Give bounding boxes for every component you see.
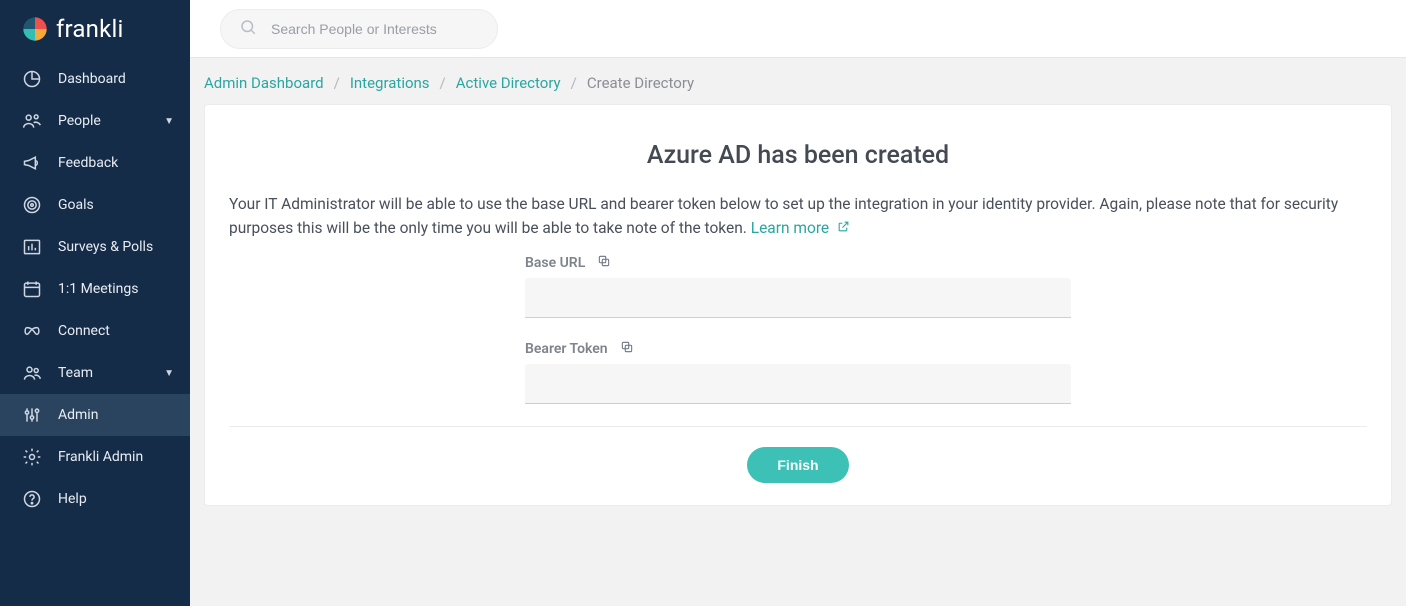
breadcrumb-current: Create Directory [587,74,694,92]
nav-label: Help [58,491,174,507]
topbar [190,0,1406,58]
brand-text: frankli [56,15,124,43]
nav-item-people[interactable]: People ▼ [0,100,190,142]
gear-icon [22,447,42,467]
breadcrumb-separator: / [571,74,577,92]
external-link-icon [837,220,850,233]
chevron-down-icon: ▼ [164,116,174,127]
nav-label: People [58,113,148,129]
breadcrumb-separator: / [440,74,446,92]
nav-item-meetings[interactable]: 1:1 Meetings [0,268,190,310]
nav-item-dashboard[interactable]: Dashboard [0,58,190,100]
bearer-token-group: Bearer Token [525,340,1071,404]
people-icon [22,111,42,131]
finish-button[interactable]: Finish [747,447,848,483]
nav-label: Feedback [58,155,174,171]
copy-base-url-icon[interactable] [597,254,611,272]
base-url-group: Base URL [525,254,1071,318]
bearer-token-input[interactable] [525,364,1071,404]
infinity-icon [22,321,42,341]
bar-chart-icon [22,237,42,257]
learn-more-link[interactable]: Learn more [751,219,850,237]
nav-label: Goals [58,197,174,213]
sidebar: frankli Dashboard People ▼ [0,0,190,606]
team-icon [22,363,42,383]
nav-label: Team [58,365,148,381]
nav-list: Dashboard People ▼ Feedback [0,58,190,520]
breadcrumb-integrations[interactable]: Integrations [350,74,430,92]
help-icon [22,489,42,509]
sliders-icon [22,405,42,425]
nav-item-connect[interactable]: Connect [0,310,190,352]
chevron-down-icon: ▼ [164,368,174,379]
divider [229,426,1367,427]
breadcrumb-admin-dashboard[interactable]: Admin Dashboard [204,74,324,92]
nav-item-surveys[interactable]: Surveys & Polls [0,226,190,268]
brand: frankli [0,0,190,58]
form-block: Base URL Bearer Token [525,254,1071,404]
breadcrumb-active-directory[interactable]: Active Directory [456,74,561,92]
card-description: Your IT Administrator will be able to us… [229,192,1367,240]
nav-item-help[interactable]: Help [0,478,190,520]
nav-item-frankli-admin[interactable]: Frankli Admin [0,436,190,478]
brand-logo-icon [22,16,48,42]
nav-label: Admin [58,407,174,423]
nav-label: Surveys & Polls [58,239,174,255]
learn-more-text: Learn more [751,219,829,237]
search-input[interactable] [271,21,483,37]
breadcrumb: Admin Dashboard / Integrations / Active … [190,58,1406,104]
bearer-token-label: Bearer Token [525,341,608,357]
breadcrumb-separator: / [334,74,340,92]
search-icon [239,18,257,40]
megaphone-icon [22,153,42,173]
nav-label: 1:1 Meetings [58,281,174,297]
content: Azure AD has been created Your IT Admini… [190,104,1406,524]
nav-label: Dashboard [58,71,174,87]
search-container[interactable] [220,9,498,49]
base-url-input[interactable] [525,278,1071,318]
nav-item-goals[interactable]: Goals [0,184,190,226]
card-title: Azure AD has been created [229,141,1367,170]
azure-ad-card: Azure AD has been created Your IT Admini… [204,104,1392,506]
calendar-icon [22,279,42,299]
pie-chart-icon [22,69,42,89]
copy-bearer-token-icon[interactable] [620,340,634,358]
nav-item-admin[interactable]: Admin [0,394,190,436]
nav-label: Frankli Admin [58,449,174,465]
nav-label: Connect [58,323,174,339]
base-url-label: Base URL [525,255,585,271]
target-icon [22,195,42,215]
main: Admin Dashboard / Integrations / Active … [190,0,1406,606]
nav-item-feedback[interactable]: Feedback [0,142,190,184]
nav-item-team[interactable]: Team ▼ [0,352,190,394]
